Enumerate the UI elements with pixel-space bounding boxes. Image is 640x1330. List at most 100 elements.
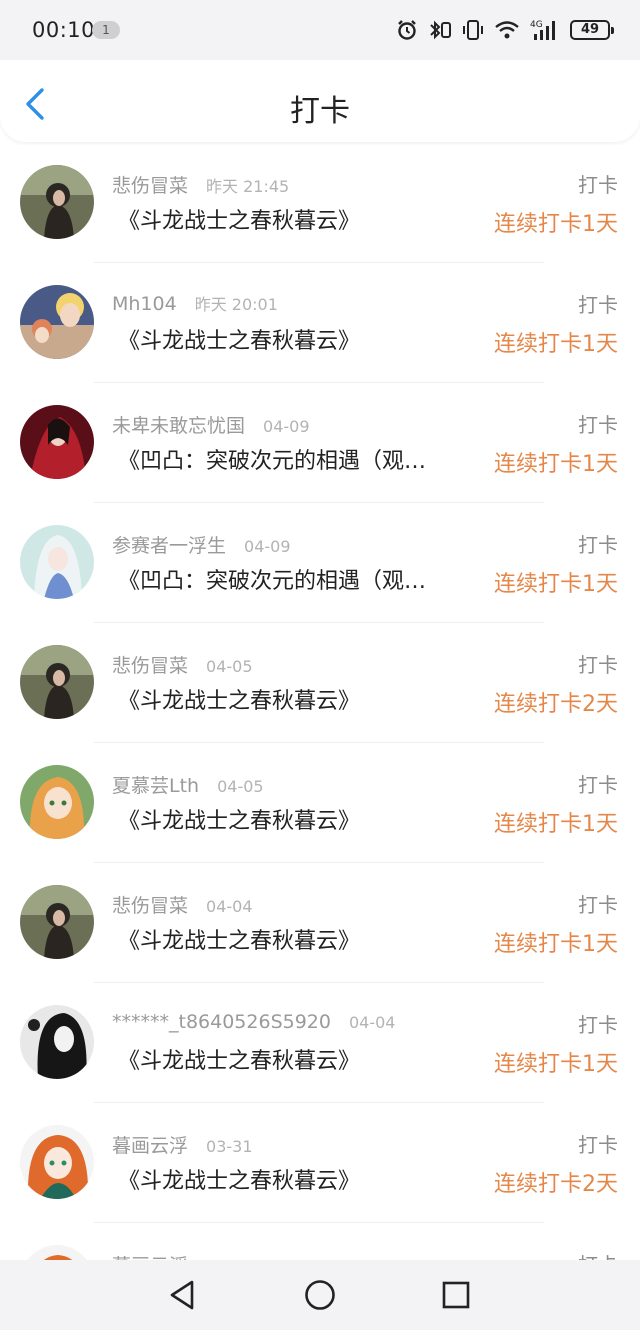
checkin-tag: 打卡 (578, 1013, 618, 1037)
book-title: 《斗龙战士之春秋暮云》 (118, 1169, 361, 1194)
book-title: 《斗龙战士之春秋暮云》 (118, 809, 361, 834)
system-nav-bar (0, 1260, 640, 1330)
checkin-tag: 打卡 (578, 173, 618, 197)
checkin-list: 悲伤冒菜 昨天 21:45 《斗龙战士之春秋暮云》 打卡 连续打卡1天 Mh104… (0, 145, 640, 1319)
nav-recents-button[interactable] (439, 1278, 473, 1312)
divider (94, 982, 544, 983)
alarm-icon (396, 19, 418, 41)
home-circle-icon (305, 1280, 335, 1310)
list-item[interactable]: Mh104 昨天 20:01 《斗龙战士之春秋暮云》 打卡 连续打卡1天 (0, 265, 640, 385)
record-date: 昨天 21:45 (206, 177, 290, 196)
book-title: 《斗龙战士之春秋暮云》 (118, 689, 361, 714)
avatar[interactable] (20, 885, 94, 959)
record-date: 04-04 (348, 1013, 396, 1032)
status-icons: 4G 49 (396, 16, 614, 44)
wifi-icon (494, 19, 520, 41)
book-title: 《凹凸：突破次元的相遇（观… (118, 569, 427, 594)
nav-back-button[interactable] (166, 1278, 200, 1312)
username-text: 未卑未敢忘忧国 (112, 415, 246, 437)
username: 悲伤冒菜 04-05 (112, 651, 253, 678)
list-item[interactable]: 悲伤冒菜 04-04 《斗龙战士之春秋暮云》 打卡 连续打卡1天 (0, 865, 640, 985)
screen: 00:10 1 4G 49 打卡 悲伤冒菜 昨天 21:45 《斗龙战士之春秋暮… (0, 0, 640, 1330)
username: 悲伤冒菜 04-04 (112, 891, 253, 918)
divider (94, 502, 544, 503)
streak-text: 连续打卡2天 (494, 692, 618, 717)
divider (94, 1222, 544, 1223)
avatar[interactable] (20, 1125, 94, 1199)
avatar[interactable] (20, 405, 94, 479)
recents-square-icon (442, 1281, 470, 1309)
streak-text: 连续打卡1天 (494, 1052, 618, 1077)
username: Mh104 昨天 20:01 (112, 291, 278, 315)
record-date: 03-31 (206, 1137, 253, 1156)
streak-text: 连续打卡1天 (494, 572, 618, 597)
list-item[interactable]: 悲伤冒菜 昨天 21:45 《斗龙战士之春秋暮云》 打卡 连续打卡1天 (0, 145, 640, 265)
divider (94, 862, 544, 863)
username: 参赛者一浮生 04-09 (112, 531, 291, 558)
list-item[interactable]: 暮画云浮 03-31 《斗龙战士之春秋暮云》 打卡 连续打卡2天 (0, 1105, 640, 1225)
avatar[interactable] (20, 645, 94, 719)
book-title: 《斗龙战士之春秋暮云》 (118, 329, 361, 354)
record-date: 04-05 (206, 657, 253, 676)
username-text: ******_t8640526S5920 (112, 1011, 331, 1033)
book-title: 《斗龙战士之春秋暮云》 (118, 929, 361, 954)
bluetooth-icon (428, 19, 452, 41)
username-text: 夏慕芸Lth (112, 775, 200, 797)
streak-text: 连续打卡1天 (494, 452, 618, 477)
checkin-tag: 打卡 (578, 413, 618, 437)
username-text: Mh104 (112, 293, 177, 315)
username: 暮画云浮 03-31 (112, 1131, 253, 1158)
divider (94, 262, 544, 263)
avatar[interactable] (20, 285, 94, 359)
nav-home-button[interactable] (303, 1278, 337, 1312)
status-bar: 00:10 1 4G 49 (0, 0, 640, 60)
divider (94, 382, 544, 383)
list-item[interactable]: 未卑未敢忘忧国 04-09 《凹凸：突破次元的相遇（观… 打卡 连续打卡1天 (0, 385, 640, 505)
signal-4g-icon: 4G (530, 18, 560, 42)
streak-text: 连续打卡1天 (494, 812, 618, 837)
header: 打卡 (0, 60, 640, 142)
book-title: 《凹凸：突破次元的相遇（观… (118, 449, 427, 474)
checkin-tag: 打卡 (578, 773, 618, 797)
username-text: 悲伤冒菜 (112, 175, 189, 197)
username: 悲伤冒菜 昨天 21:45 (112, 171, 289, 198)
username-text: 悲伤冒菜 (112, 895, 189, 917)
username-text: 参赛者一浮生 (112, 535, 227, 557)
book-title: 《斗龙战士之春秋暮云》 (118, 209, 361, 234)
streak-text: 连续打卡2天 (494, 1172, 618, 1197)
record-date: 04-05 (217, 777, 264, 796)
divider (94, 1102, 544, 1103)
svg-text:4G: 4G (530, 20, 543, 30)
notification-count-badge: 1 (92, 21, 120, 39)
checkin-tag: 打卡 (578, 1133, 618, 1157)
streak-text: 连续打卡1天 (494, 332, 618, 357)
record-date: 04-09 (263, 417, 310, 436)
list-item[interactable]: ******_t8640526S5920 04-04 《斗龙战士之春秋暮云》 打卡… (0, 985, 640, 1105)
avatar[interactable] (20, 1005, 94, 1079)
avatar[interactable] (20, 765, 94, 839)
status-time: 00:10 (32, 18, 96, 42)
record-date: 04-09 (244, 537, 291, 556)
record-date: 昨天 20:01 (194, 295, 278, 314)
username-text: 悲伤冒菜 (112, 655, 189, 677)
list-item[interactable]: 参赛者一浮生 04-09 《凹凸：突破次元的相遇（观… 打卡 连续打卡1天 (0, 505, 640, 625)
username: 夏慕芸Lth 04-05 (112, 771, 264, 798)
username: ******_t8640526S5920 04-04 (112, 1011, 395, 1033)
streak-text: 连续打卡1天 (494, 932, 618, 957)
checkin-tag: 打卡 (578, 893, 618, 917)
battery-icon: 49 (570, 20, 614, 40)
vibrate-icon (462, 19, 484, 41)
checkin-tag: 打卡 (578, 653, 618, 677)
avatar[interactable] (20, 165, 94, 239)
record-date: 04-04 (206, 897, 253, 916)
checkin-tag: 打卡 (578, 533, 618, 557)
list-item[interactable]: 夏慕芸Lth 04-05 《斗龙战士之春秋暮云》 打卡 连续打卡1天 (0, 745, 640, 865)
streak-text: 连续打卡1天 (494, 212, 618, 237)
username: 未卑未敢忘忧国 04-09 (112, 411, 310, 438)
book-title: 《斗龙战士之春秋暮云》 (118, 1049, 361, 1074)
list-item[interactable]: 悲伤冒菜 04-05 《斗龙战士之春秋暮云》 打卡 连续打卡2天 (0, 625, 640, 745)
back-triangle-icon (170, 1280, 194, 1310)
username-text: 暮画云浮 (112, 1135, 189, 1157)
divider (94, 742, 544, 743)
avatar[interactable] (20, 525, 94, 599)
